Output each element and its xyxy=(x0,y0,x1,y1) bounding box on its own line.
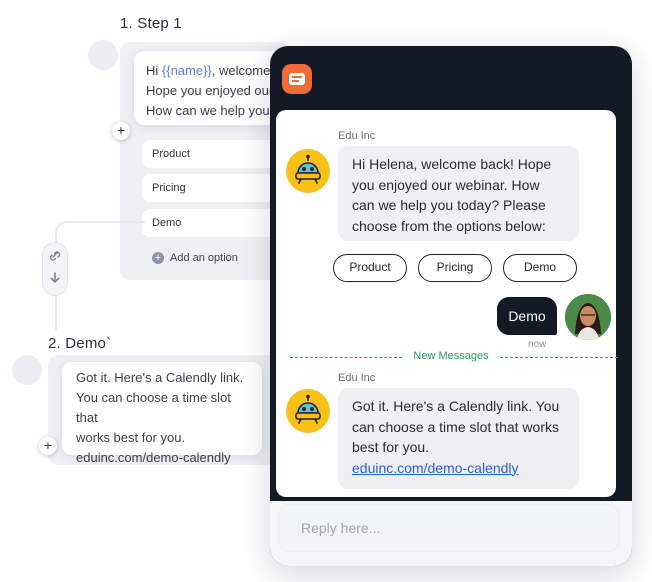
reply-input[interactable]: Reply here... xyxy=(278,504,620,552)
new-messages-divider: New Messages xyxy=(290,350,626,364)
calendly-link[interactable]: eduinc.com/demo-calendly xyxy=(352,460,519,476)
connector-controls xyxy=(42,242,68,296)
add-option-button[interactable]: + Add an option xyxy=(152,252,238,264)
plus-icon: + xyxy=(152,252,164,264)
step-2-message-box[interactable]: Got it. Here's a Calendly link. You can … xyxy=(62,362,262,465)
sender-name-2: Edu Inc xyxy=(338,372,376,384)
step-1-message-line-2: Hope you enjoyed our webinar. xyxy=(146,83,284,98)
divider-line-left xyxy=(290,357,402,358)
user-photo xyxy=(565,294,611,340)
step-2-message-line-2: You can choose a time slot that xyxy=(76,390,231,425)
step-2-message-line-4: eduinc.com/demo-calendly xyxy=(76,450,231,465)
step-1-message-line-1: Hi {{name}}, welcome back! xyxy=(146,63,284,78)
step-1-title: 1. Step 1 xyxy=(120,15,182,32)
bot-message-2: Got it. Here's a Calendly link. You can … xyxy=(338,388,579,489)
user-message: Demo xyxy=(497,297,557,335)
chat-logo-icon xyxy=(282,64,312,94)
flow-connector-top xyxy=(55,221,145,243)
link-icon[interactable] xyxy=(49,249,61,268)
name-variable: {{name}} xyxy=(161,63,212,78)
sender-name-1: Edu Inc xyxy=(338,130,376,142)
divider-line-right xyxy=(500,357,618,358)
step-2-message-line-1: Got it. Here's a Calendly link. xyxy=(76,370,244,385)
step-1-message-box[interactable]: Hi {{name}}, welcome back! Hope you enjo… xyxy=(134,51,284,125)
step-2-title: 2. Demo` xyxy=(48,335,112,352)
quick-reply-product[interactable]: Product xyxy=(333,254,407,282)
robot-icon xyxy=(292,154,324,189)
add-step-1-button[interactable]: + xyxy=(112,122,130,140)
quick-reply-demo[interactable]: Demo xyxy=(503,254,577,282)
step-2-message-line-3: works best for you. xyxy=(76,430,186,445)
flow-option-product[interactable]: Product xyxy=(142,140,282,168)
bot-avatar-1 xyxy=(286,149,330,193)
new-messages-label: New Messages xyxy=(413,350,489,362)
step-1-avatar xyxy=(88,40,118,70)
add-option-label: Add an option xyxy=(170,252,238,264)
stage: 1. Step 1 Hi {{name}}, welcome back! Hop… xyxy=(0,0,652,582)
bot-message-2-text: Got it. Here's a Calendly link. You can … xyxy=(352,398,560,455)
flow-option-pricing[interactable]: Pricing xyxy=(142,174,282,202)
quick-reply-pricing[interactable]: Pricing xyxy=(418,254,492,282)
step-1-message-line-3: How can we help you... xyxy=(146,103,281,118)
step-2-avatar xyxy=(12,355,42,385)
flow-connector-bottom xyxy=(55,296,57,330)
user-message-timestamp: now xyxy=(528,339,547,350)
bot-message-1: Hi Helena, welcome back! Hope you enjoye… xyxy=(338,146,579,241)
bot-avatar-2 xyxy=(286,389,330,433)
flow-option-demo[interactable]: Demo xyxy=(142,209,282,237)
robot-icon xyxy=(292,394,324,429)
arrow-down-icon[interactable] xyxy=(49,271,61,290)
add-step-2-button[interactable]: + xyxy=(39,437,57,455)
